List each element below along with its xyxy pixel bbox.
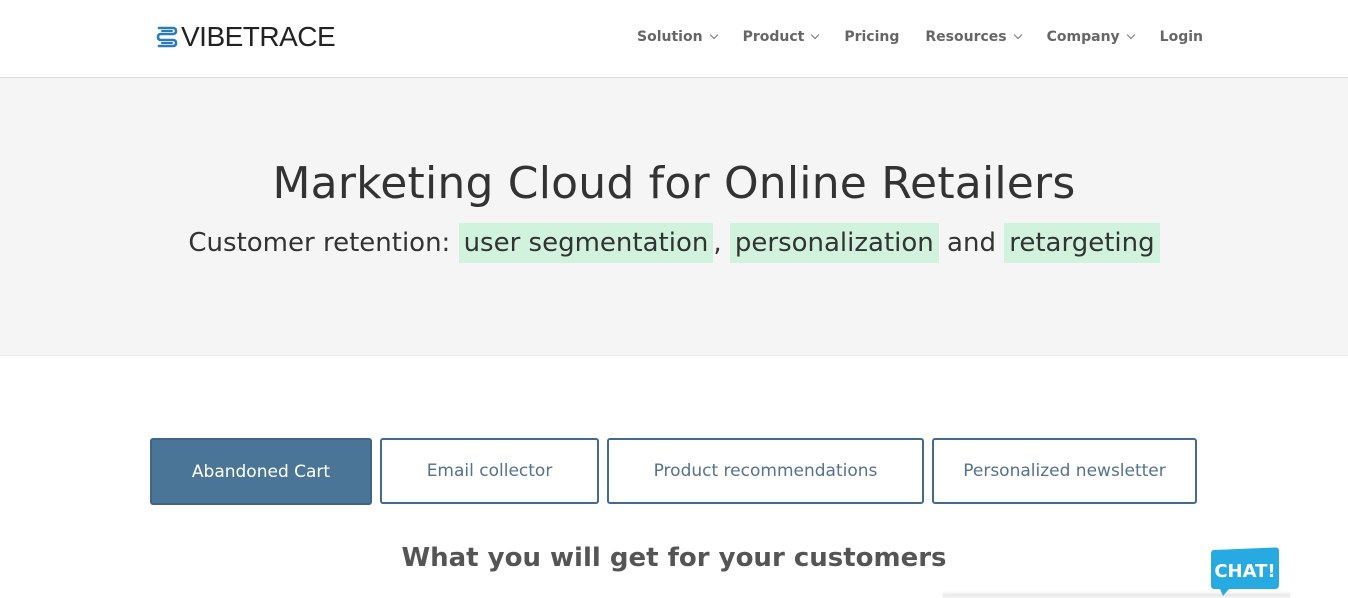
nav-pricing[interactable]: Pricing [844, 27, 899, 47]
hero-title: Marketing Cloud for Online Retailers [272, 158, 1076, 209]
nav-label: Pricing [844, 29, 900, 45]
highlight-retargeting: retargeting [1004, 223, 1160, 263]
nav-label: Solution [637, 29, 703, 45]
chevron-down-icon [709, 30, 718, 40]
site-header: VIBETRACE Solution Product Pricing Resou… [0, 0, 1348, 78]
hero-subtitle: Customer retention: user segmentation, p… [0, 223, 1348, 263]
logo-icon [156, 26, 178, 48]
separator-comma: , [713, 228, 722, 258]
chevron-down-icon [811, 30, 820, 40]
logo[interactable]: VIBETRACE [156, 21, 336, 52]
chevron-down-icon [1013, 30, 1022, 40]
tab-abandoned-cart[interactable]: Abandoned Cart [150, 438, 372, 505]
tab-personalized-newsletter[interactable]: Personalized newsletter [932, 438, 1197, 504]
highlight-user-segmentation: user segmentation [458, 223, 714, 263]
separator-and: and [947, 228, 996, 258]
tab-email-collector[interactable]: Email collector [380, 438, 599, 504]
nav-label: Resources [925, 29, 1007, 45]
tab-product-recommendations[interactable]: Product recommendations [607, 438, 924, 504]
nav-company[interactable]: Company [1046, 27, 1135, 47]
chat-label: CHAT! [1214, 561, 1275, 582]
chat-button[interactable]: CHAT! [1210, 547, 1280, 597]
chevron-down-icon [1126, 30, 1135, 40]
chat-bubble-icon: CHAT! [1211, 547, 1279, 596]
highlight-personalization: personalization [729, 223, 939, 263]
hero-section: Marketing Cloud for Online Retailers Cus… [0, 78, 1348, 356]
main-nav: Solution Product Pricing Resources Compa… [637, 27, 1203, 47]
nav-label: Login [1159, 29, 1203, 45]
logo-text: VIBETRACE [181, 21, 336, 52]
subtitle-prefix: Customer retention: [188, 228, 451, 258]
nav-product[interactable]: Product [742, 27, 820, 47]
nav-solution[interactable]: Solution [637, 27, 718, 47]
nav-label: Company [1046, 29, 1120, 45]
nav-resources[interactable]: Resources [925, 27, 1022, 47]
feature-tabs: Abandoned Cart Email collector Product r… [150, 438, 1197, 505]
section-title: What you will get for your customers [401, 543, 947, 573]
nav-login[interactable]: Login [1160, 27, 1203, 47]
nav-label: Product [742, 29, 805, 45]
